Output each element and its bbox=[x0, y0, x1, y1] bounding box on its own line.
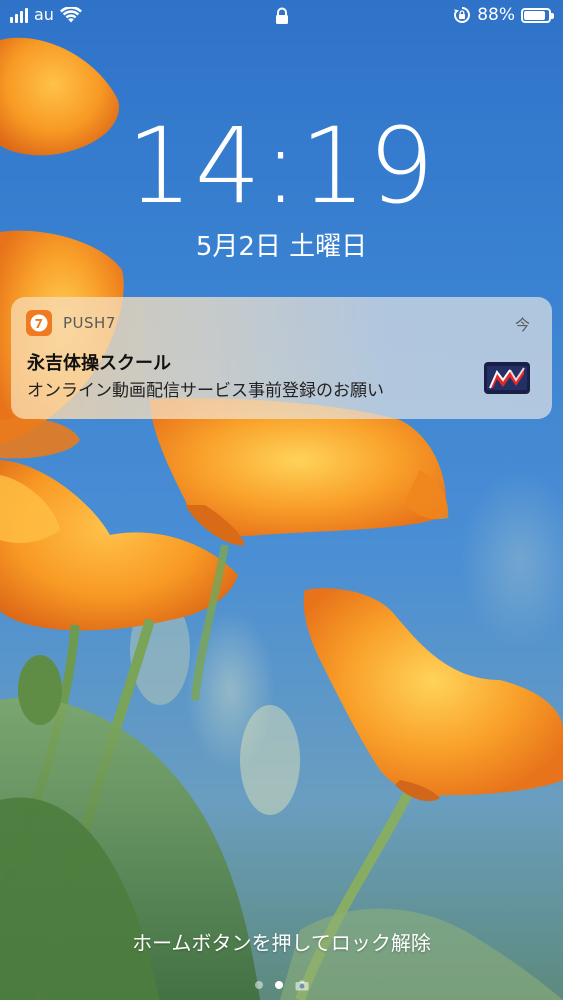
signal-strength-icon bbox=[10, 7, 28, 23]
battery-fill bbox=[524, 10, 545, 20]
battery-percent: 88% bbox=[477, 5, 515, 25]
camera-icon[interactable] bbox=[295, 980, 309, 991]
status-right: 88% bbox=[453, 5, 554, 25]
page-indicator bbox=[0, 978, 563, 992]
notification-time: 今 bbox=[514, 316, 530, 334]
lock-screen-date: 5月2日 土曜日 bbox=[195, 232, 368, 262]
push7-logo-icon bbox=[30, 314, 48, 332]
push7-app-icon bbox=[26, 310, 52, 336]
carrier-name: au bbox=[34, 5, 54, 24]
rotation-lock-icon bbox=[454, 7, 471, 23]
notification-app-name: PUSH7 bbox=[63, 314, 116, 332]
wifi-icon bbox=[59, 7, 82, 23]
lock-icon bbox=[276, 7, 288, 24]
notification-thumbnail-logo-icon bbox=[484, 362, 530, 394]
page-dot-1[interactable] bbox=[254, 981, 263, 989]
status-bar: au 88% bbox=[0, 0, 563, 34]
notification-title: 永吉体操スクール bbox=[27, 353, 171, 374]
status-left: au bbox=[10, 6, 82, 24]
unlock-hint-text: ホームボタンを押してロック解除 bbox=[132, 931, 431, 955]
battery-icon bbox=[521, 7, 554, 23]
notification-card[interactable]: PUSH7 今 永吉体操スクール オンライン動画配信サービス事前登録のお願い bbox=[11, 297, 552, 419]
page-dot-2-active[interactable] bbox=[274, 981, 283, 989]
notification-body: オンライン動画配信サービス事前登録のお願い bbox=[27, 381, 384, 401]
lock-screen: au 88% 14:19 5月2日 土曜日 PUSH7 今 永吉体操スクール オ… bbox=[0, 0, 563, 1000]
lock-screen-time: 14:19 bbox=[126, 105, 437, 227]
